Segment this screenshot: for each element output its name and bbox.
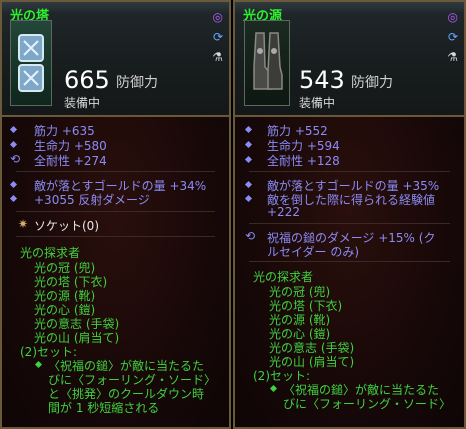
- flask-icon: ⚗: [447, 50, 458, 64]
- item-tooltip-left: 光の塔 ◎ ⟳ ⚗ 665 防御力 装備中 筋力 +635 生命力 +580 ⟲…: [0, 0, 231, 429]
- socket-icon: ✷: [18, 217, 29, 231]
- tooltip-header: 光の源 ◎ ⟳ ⚗ 543 防御力 装備中: [235, 2, 464, 117]
- stat-resist: 全耐性 +128: [267, 154, 340, 168]
- stat-skill-damage-cont: ルセイダー のみ): [267, 245, 360, 259]
- equipped-label: 装備中: [64, 96, 101, 110]
- augment-icon: ⟲: [10, 152, 21, 166]
- armor-label: 防御力: [351, 75, 393, 91]
- ancient-spiral-icon: ◎: [447, 10, 458, 24]
- boots-icon: [253, 32, 283, 90]
- transmog-icon: ⟳: [447, 30, 458, 44]
- tooltip-header: 光の塔 ◎ ⟳ ⚗ 665 防御力 装備中: [2, 2, 229, 117]
- equipped-label: 装備中: [299, 96, 336, 110]
- armor-value: 543: [299, 66, 345, 94]
- stat-resist: 全耐性 +274: [34, 154, 107, 168]
- item-icon: [244, 20, 290, 106]
- armor-value: 665: [64, 66, 110, 94]
- stat-thorns: +3055 反射ダメージ: [34, 193, 150, 207]
- tooltip-body: 筋力 +552 生命力 +594 全耐性 +128 敵が落とすゴールドの量 +3…: [235, 117, 464, 427]
- augment-icon: ⟲: [245, 229, 256, 243]
- set-bonus-line: びに〈フォーリング・ソード〉: [283, 397, 452, 411]
- armor-label: 防御力: [116, 75, 158, 91]
- tooltip-body: 筋力 +635 生命力 +580 ⟲ 全耐性 +274 敵が落とすゴールドの量 …: [2, 117, 229, 427]
- transmog-icon: ⟳: [212, 30, 223, 44]
- item-icon: [10, 20, 52, 106]
- flask-icon: ⚗: [212, 50, 223, 64]
- stat-exp-value: +222: [267, 205, 300, 219]
- socket-label: ソケット(0): [34, 219, 99, 233]
- item-tooltip-right: 光の源 ◎ ⟳ ⚗ 543 防御力 装備中 筋力 +552 生命力 +594 全…: [233, 0, 466, 429]
- ancient-spiral-icon: ◎: [212, 10, 223, 24]
- set-bonus-line: 間が 1 秒短縮される: [48, 401, 160, 415]
- pants-icon: [18, 34, 44, 92]
